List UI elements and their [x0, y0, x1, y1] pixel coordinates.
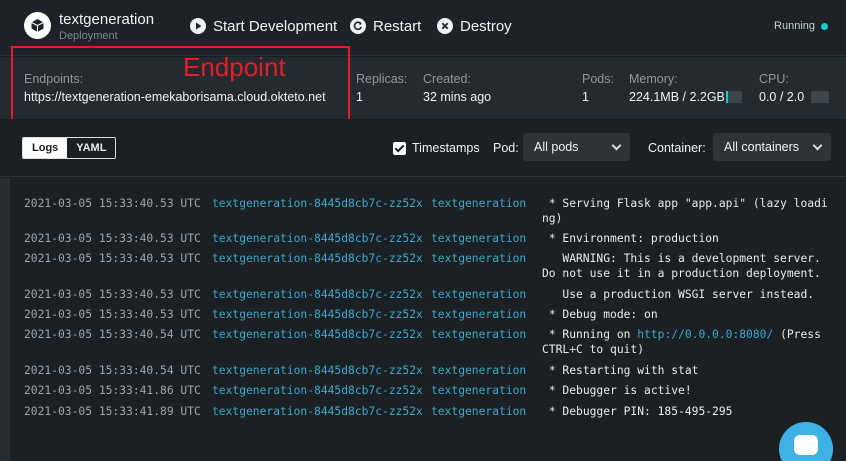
- container-select[interactable]: All containers: [713, 133, 831, 161]
- log-message: * Restarting with stat: [542, 364, 699, 377]
- created-label: Created:: [423, 72, 471, 86]
- log-container: textgeneration: [431, 288, 527, 301]
- deployment-icon: [24, 12, 51, 39]
- pod-select-value: All pods: [534, 140, 579, 154]
- start-development-button[interactable]: Start Development: [190, 16, 337, 36]
- log-message: * Environment: production: [542, 232, 719, 245]
- log-timestamp: 2021-03-05 15:33:40.53 UTC: [24, 252, 201, 265]
- log-message-text: * Running on: [542, 328, 638, 341]
- log-timestamp: 2021-03-05 15:33:40.54 UTC: [24, 328, 201, 341]
- log-timestamp: 2021-03-05 15:33:40.53 UTC: [24, 288, 201, 301]
- log-toolbar: Logs YAML Timestamps Pod: All pods Conta…: [0, 119, 846, 177]
- timestamps-label: Timestamps: [412, 141, 480, 155]
- log-container: textgeneration: [431, 252, 527, 265]
- restart-label: Restart: [373, 17, 422, 35]
- cpu-label: CPU:: [759, 72, 789, 86]
- log-container: textgeneration: [431, 197, 527, 210]
- log-timestamp: 2021-03-05 15:33:41.86 UTC: [24, 384, 201, 397]
- log-container: textgeneration: [431, 328, 527, 341]
- annotation-box: [11, 46, 350, 127]
- memory-value: 224.1MB / 2.2GB: [629, 90, 725, 104]
- log-message: WARNING: This is a development server. D…: [542, 252, 828, 280]
- annotation-label: Endpoint: [183, 52, 286, 82]
- log-pod: textgeneration-8445d8cb7c-zz52x: [212, 252, 423, 265]
- log-timestamp: 2021-03-05 15:33:40.53 UTC: [24, 232, 201, 245]
- cpu-meter: [811, 91, 829, 103]
- chat-bubble-icon: [794, 435, 818, 455]
- log-viewer[interactable]: 2021-03-05 15:33:40.53 UTC textgeneratio…: [0, 178, 846, 461]
- log-pod: textgeneration-8445d8cb7c-zz52x: [212, 384, 423, 397]
- cpu-value: 0.0 / 2.0: [759, 90, 805, 104]
- log-container: textgeneration: [431, 364, 527, 377]
- timestamps-toggle[interactable]: Timestamps: [393, 141, 480, 155]
- log-pod: textgeneration-8445d8cb7c-zz52x: [212, 288, 423, 301]
- log-message: * Debug mode: on: [542, 308, 658, 321]
- memory-meter-fill: [726, 91, 728, 103]
- restart-button[interactable]: Restart: [350, 16, 421, 36]
- log-message: * Debugger PIN: 185-495-295: [542, 405, 733, 418]
- pod-label: Pod:: [493, 141, 519, 155]
- destroy-button[interactable]: Destroy: [437, 16, 512, 36]
- chevron-down-icon: [611, 140, 622, 151]
- log-timestamp: 2021-03-05 15:33:40.53 UTC: [24, 308, 201, 321]
- log-pod: textgeneration-8445d8cb7c-zz52x: [212, 308, 423, 321]
- tab-yaml[interactable]: YAML: [67, 138, 116, 158]
- start-development-label: Start Development: [213, 17, 338, 35]
- log-pod: textgeneration-8445d8cb7c-zz52x: [212, 197, 423, 210]
- restart-icon: [350, 18, 366, 34]
- log-message: Use a production WSGI server instead.: [542, 288, 815, 301]
- log-container: textgeneration: [431, 308, 527, 321]
- chevron-down-icon: [812, 140, 823, 151]
- log-timestamp: 2021-03-05 15:33:41.89 UTC: [24, 405, 201, 418]
- memory-meter: [726, 91, 742, 103]
- log-pod: textgeneration-8445d8cb7c-zz52x: [212, 328, 423, 341]
- log-pod: textgeneration-8445d8cb7c-zz52x: [212, 232, 423, 245]
- destroy-label: Destroy: [460, 17, 512, 35]
- status-label: Running: [774, 20, 815, 32]
- view-toggle: Logs YAML: [22, 137, 117, 159]
- log-message: * Running on http://0.0.0.0:8080/ (Press…: [542, 327, 832, 357]
- log-container: textgeneration: [431, 384, 527, 397]
- memory-label: Memory:: [629, 72, 678, 86]
- replicas-label: Replicas:: [356, 72, 408, 86]
- log-container: textgeneration: [431, 232, 527, 245]
- tab-logs[interactable]: Logs: [23, 138, 68, 158]
- log-container: textgeneration: [431, 405, 527, 418]
- log-message: * Debugger is active!: [542, 384, 692, 397]
- pods-value: 1: [582, 90, 589, 104]
- play-icon: [190, 18, 206, 34]
- log-timestamp: 2021-03-05 15:33:40.53 UTC: [24, 197, 201, 210]
- log-pod: textgeneration-8445d8cb7c-zz52x: [212, 364, 423, 377]
- log-timestamp: 2021-03-05 15:33:40.54 UTC: [24, 364, 201, 377]
- close-icon: [437, 18, 453, 34]
- log-message: * Serving Flask app "app.api" (lazy load…: [542, 197, 828, 225]
- app-type: Deployment: [59, 30, 118, 42]
- pod-select[interactable]: All pods: [523, 133, 630, 161]
- app-name: textgeneration: [59, 11, 155, 28]
- container-select-value: All containers: [724, 140, 800, 154]
- timestamps-checkbox[interactable]: [393, 141, 406, 155]
- status-dot-icon: [821, 22, 828, 30]
- status-badge: Running: [774, 20, 828, 32]
- pods-label: Pods:: [582, 72, 614, 86]
- log-pod: textgeneration-8445d8cb7c-zz52x: [212, 405, 423, 418]
- replicas-value: 1: [356, 90, 363, 104]
- log-url-link[interactable]: http://0.0.0.0:8080/: [637, 328, 773, 341]
- created-value: 32 mins ago: [423, 90, 492, 104]
- container-label: Container:: [648, 141, 706, 155]
